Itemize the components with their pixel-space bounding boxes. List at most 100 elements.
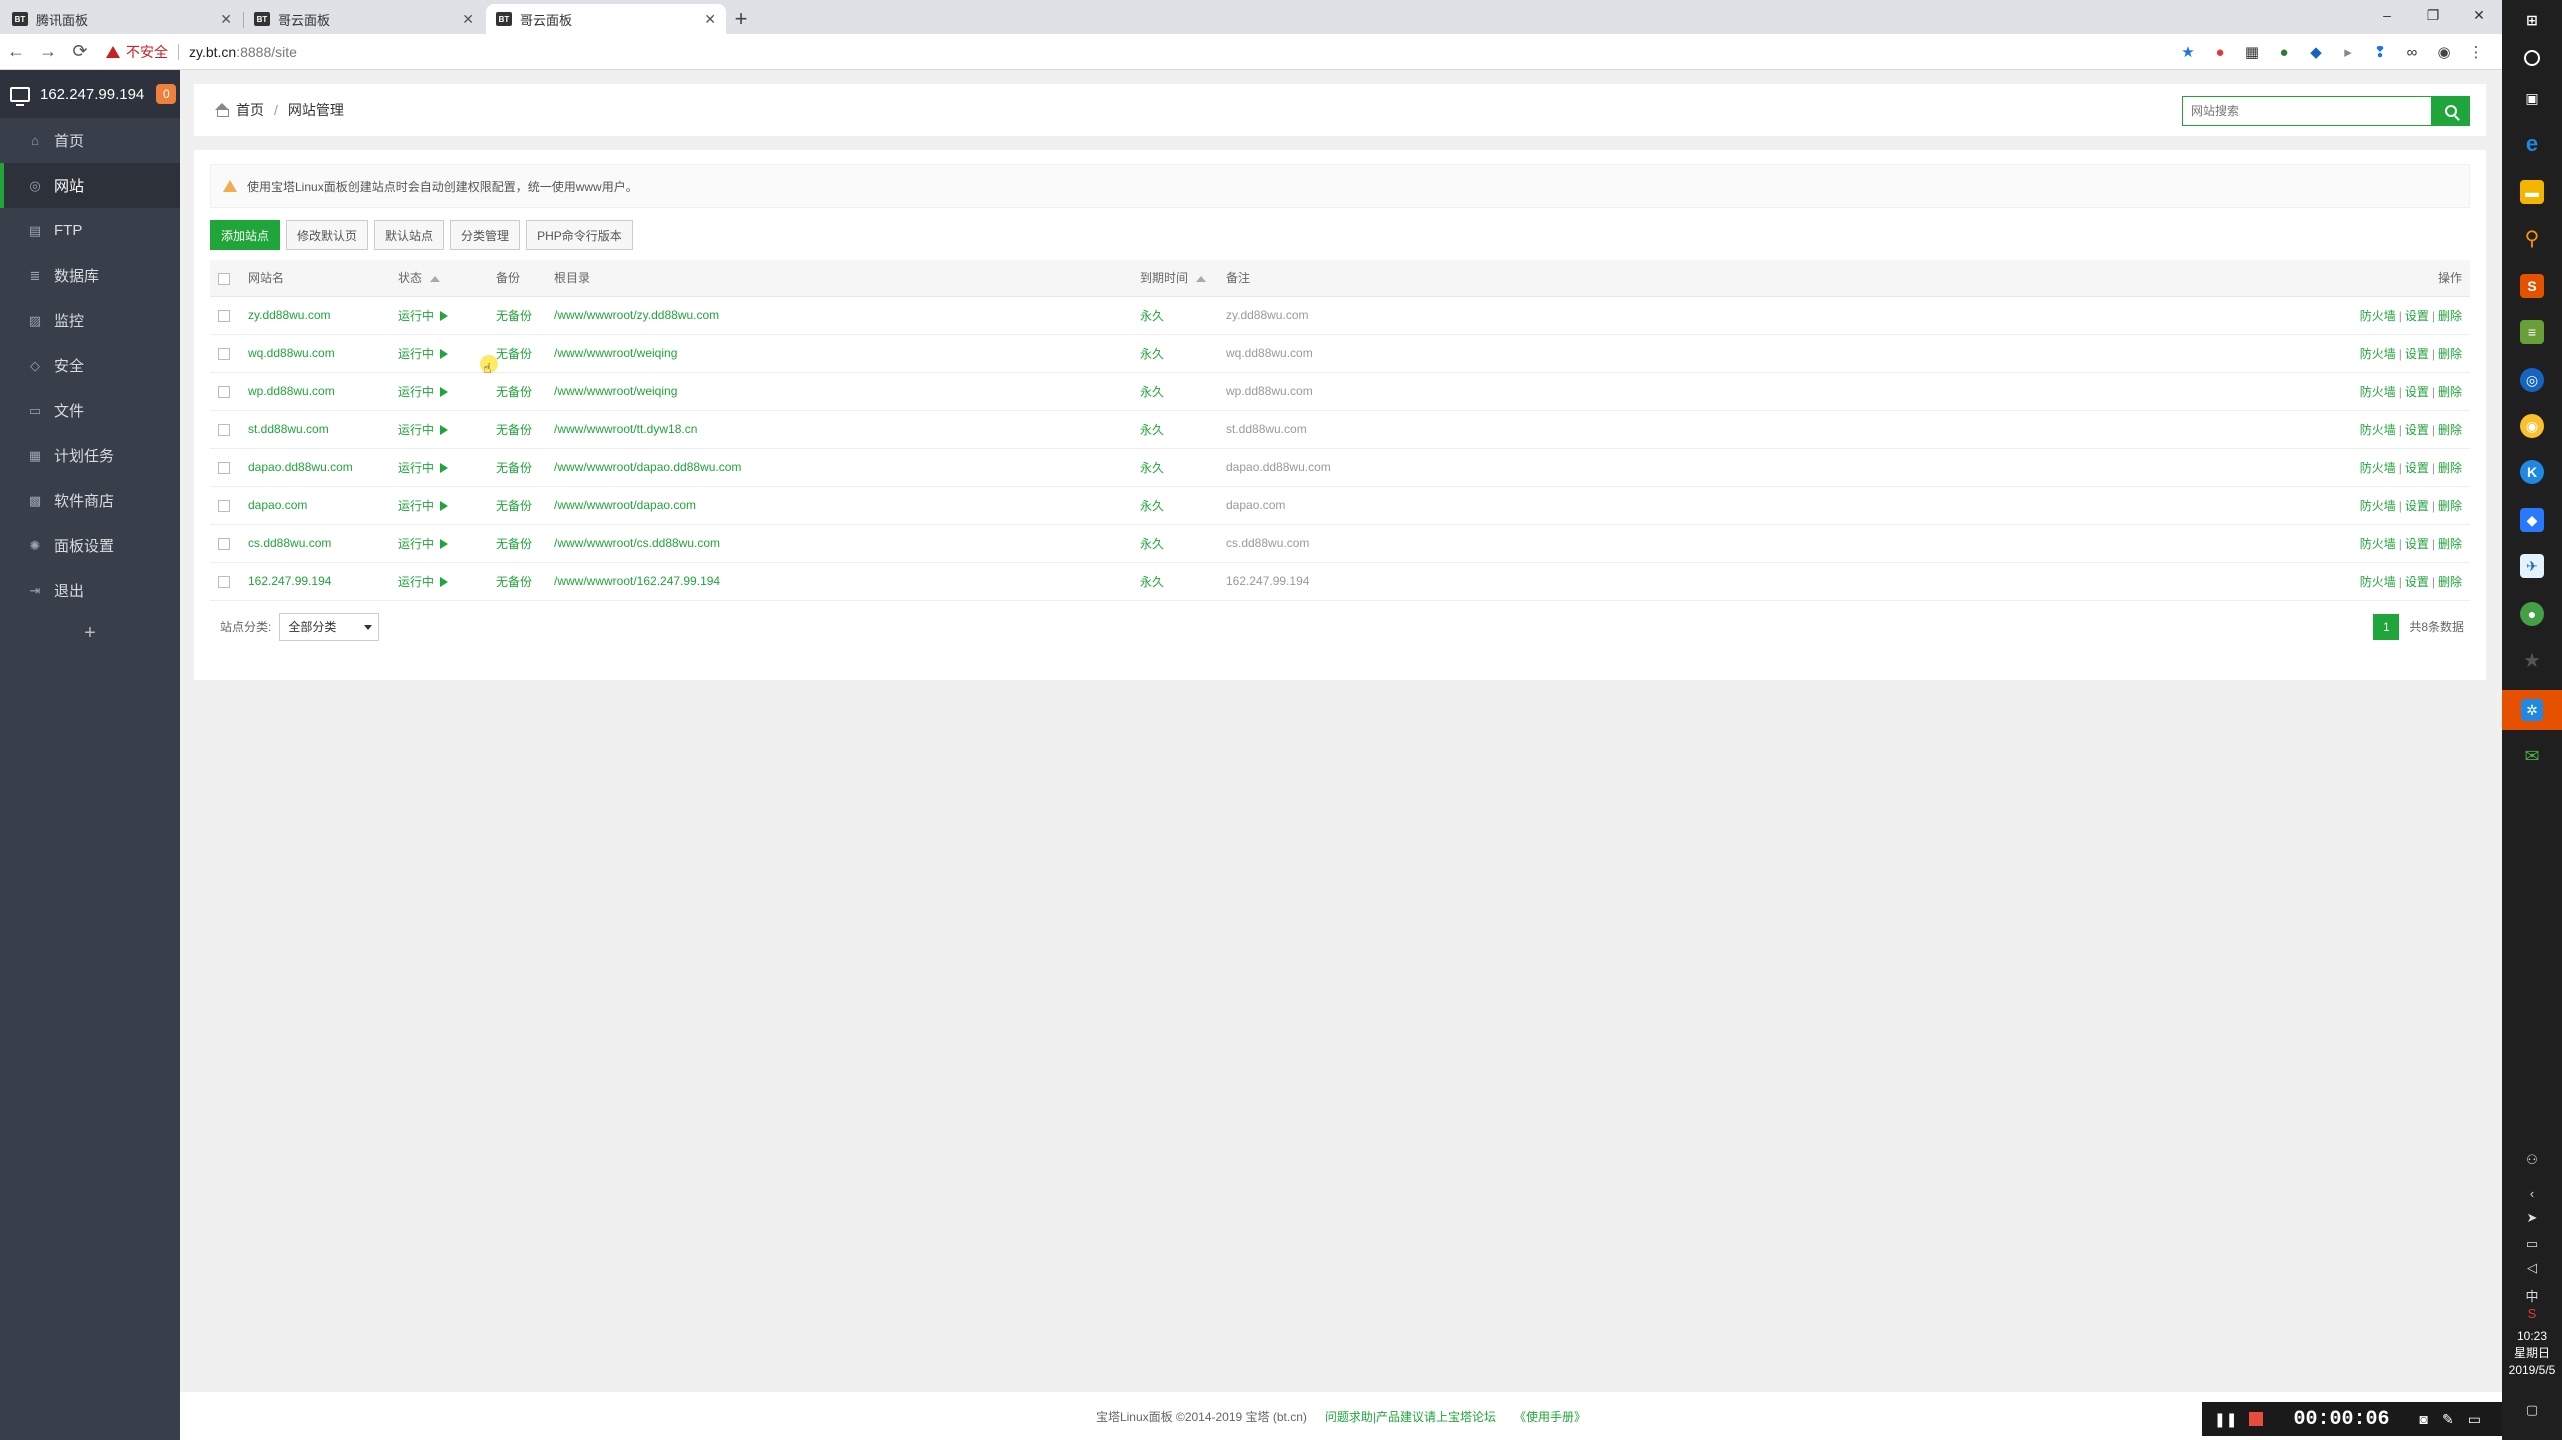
new-tab-button[interactable]: + [726,4,756,34]
backup-link[interactable]: 无备份 [496,575,532,589]
active-app-icon[interactable]: ✲ [2502,690,2562,730]
row-checkbox[interactable] [218,385,230,398]
site-name-link[interactable]: zy.dd88wu.com [248,308,330,322]
close-window-button[interactable]: ✕ [2456,0,2502,30]
url-omnibox[interactable]: 不安全 zy.bt.cn :8888/site [106,39,297,65]
forward-icon[interactable]: → [32,36,64,68]
site-status-toggle[interactable]: 运行中 [398,461,449,475]
site-status-toggle[interactable]: 运行中 [398,385,449,399]
site-status-toggle[interactable]: 运行中 [398,499,449,513]
delete-link[interactable]: 删除 [2438,461,2462,475]
root-dir-link[interactable]: /www/wwwroot/dapao.com [554,498,696,512]
site-name-link[interactable]: 162.247.99.194 [248,574,331,588]
root-dir-link[interactable]: /www/wwwroot/weiqing [554,384,677,398]
windows-start-icon[interactable]: ⊞ [2520,8,2544,32]
browser-tab-2[interactable]: BT 哥云面板 ✕ [244,4,484,34]
sidebar-item-cron[interactable]: ▦ 计划任务 [0,433,180,478]
sidebar-item-settings[interactable]: ✺ 面板设置 [0,523,180,568]
close-tab-icon[interactable]: ✕ [462,11,474,28]
row-checkbox[interactable] [218,537,230,550]
volume-icon[interactable]: ◁ [2502,1260,2562,1276]
firewall-link[interactable]: 防火墙 [2360,309,2396,323]
pause-icon[interactable]: ❚❚ [2214,1411,2237,1428]
sidebar-item-store[interactable]: ▩ 软件商店 [0,478,180,523]
php-cli-version-button[interactable]: PHP命令行版本 [526,220,633,250]
profile-avatar-icon[interactable]: ◉ [2428,42,2460,62]
kugou-icon[interactable]: K [2520,460,2544,484]
root-dir-link[interactable]: /www/wwwroot/zy.dd88wu.com [554,308,719,322]
site-status-toggle[interactable]: 运行中 [398,537,449,551]
note-field[interactable]: wq.dd88wu.com [1226,346,1313,360]
site-status-toggle[interactable]: 运行中 [398,309,449,323]
sidebar-add-button[interactable]: + [0,613,180,653]
col-header-expire[interactable]: 到期时间 [1140,271,1188,285]
firewall-link[interactable]: 防火墙 [2360,575,2396,589]
backup-link[interactable]: 无备份 [496,309,532,323]
back-icon[interactable]: ← [0,36,32,68]
firewall-link[interactable]: 防火墙 [2360,461,2396,475]
delete-link[interactable]: 删除 [2438,499,2462,513]
bookmark-star-icon[interactable]: ★ [2172,42,2204,62]
backup-link[interactable]: 无备份 [496,347,532,361]
delete-link[interactable]: 删除 [2438,385,2462,399]
root-dir-link[interactable]: /www/wwwroot/cs.dd88wu.com [554,536,720,550]
backup-link[interactable]: 无备份 [496,385,532,399]
green-app-icon[interactable]: ● [2520,602,2544,626]
extension-icon[interactable]: ● [2268,42,2300,62]
note-field[interactable]: cs.dd88wu.com [1226,536,1309,550]
sidebar-item-database[interactable]: ≣ 数据库 [0,253,180,298]
row-checkbox[interactable] [218,309,230,322]
site-name-link[interactable]: cs.dd88wu.com [248,536,331,550]
root-dir-link[interactable]: /www/wwwroot/dapao.dd88wu.com [554,460,741,474]
close-tab-icon[interactable]: ✕ [220,11,232,28]
root-dir-link[interactable]: /www/wwwroot/tt.dyw18.cn [554,422,697,436]
expire-link[interactable]: 永久 [1140,347,1164,361]
minimize-button[interactable]: – [2364,0,2410,30]
settings-link[interactable]: 设置 [2405,385,2429,399]
messenger-icon[interactable]: ◆ [2520,508,2544,532]
delete-link[interactable]: 删除 [2438,347,2462,361]
backup-link[interactable]: 无备份 [496,537,532,551]
sidebar-item-home[interactable]: ⌂ 首页 [0,118,180,163]
close-tab-icon[interactable]: ✕ [704,11,716,28]
modify-default-page-button[interactable]: 修改默认页 [286,220,369,250]
browser-tab-3-active[interactable]: BT 哥云面板 ✕ [486,4,726,34]
note-field[interactable]: dapao.dd88wu.com [1226,460,1331,474]
row-checkbox[interactable] [218,347,230,360]
root-dir-link[interactable]: /www/wwwroot/weiqing [554,346,677,360]
sort-asc-icon[interactable] [430,276,441,283]
sidebar-item-website[interactable]: ◎ 网站 [0,163,180,208]
select-all-checkbox[interactable] [218,272,230,285]
page-number-button[interactable]: 1 [2373,613,2400,640]
network-app-icon[interactable]: ◎ [2520,368,2544,392]
site-name-link[interactable]: dapao.dd88wu.com [248,460,353,474]
chrome-icon[interactable]: ◉ [2520,414,2544,438]
search-button[interactable] [2432,96,2470,126]
add-site-button[interactable]: 添加站点 [210,220,281,250]
breadcrumb-home-link[interactable]: 首页 [236,100,264,120]
default-site-button[interactable]: 默认站点 [374,220,445,250]
site-name-link[interactable]: st.dd88wu.com [248,422,329,436]
system-clock[interactable]: 10:23 星期日 2019/5/5 [2502,1328,2562,1379]
expire-link[interactable]: 永久 [1140,537,1164,551]
cortana-icon[interactable] [2524,50,2540,66]
sogou-ime-icon[interactable]: S [2502,1306,2562,1321]
extension-icon[interactable]: ▸ [2332,42,2364,62]
ime-indicator[interactable]: 中 [2502,1286,2562,1305]
search-app-icon[interactable]: ⚲ [2520,226,2544,250]
settings-link[interactable]: 设置 [2405,461,2429,475]
backup-link[interactable]: 无备份 [496,499,532,513]
site-name-link[interactable]: dapao.com [248,498,307,512]
firewall-link[interactable]: 防火墙 [2360,537,2396,551]
extension-icon[interactable]: ❢ [2364,42,2396,62]
settings-link[interactable]: 设置 [2405,309,2429,323]
send-icon[interactable]: ➤ [2502,1210,2562,1226]
camera-icon[interactable]: ◙ [2419,1411,2427,1427]
row-checkbox[interactable] [218,499,230,512]
expire-link[interactable]: 永久 [1140,575,1164,589]
forum-link[interactable]: 问题求助|产品建议请上宝塔论坛 [1325,1408,1496,1425]
window-icon[interactable]: ▭ [2468,1411,2481,1428]
firewall-link[interactable]: 防火墙 [2360,499,2396,513]
col-header-status[interactable]: 状态 [398,271,422,285]
backup-link[interactable]: 无备份 [496,461,532,475]
